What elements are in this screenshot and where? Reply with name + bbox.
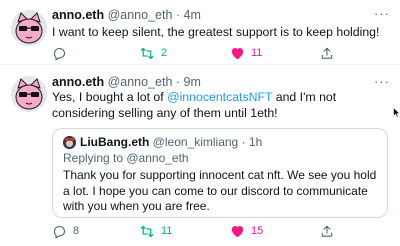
like-button[interactable]: 15 bbox=[230, 222, 263, 240]
display-name[interactable]: anno.eth bbox=[52, 8, 104, 22]
quote-timestamp[interactable]: 1h bbox=[249, 134, 262, 150]
heart-icon bbox=[231, 48, 244, 60]
replying-to: Replying to @anno_eth bbox=[63, 151, 189, 165]
share-button[interactable] bbox=[320, 44, 334, 62]
avatar[interactable] bbox=[11, 10, 47, 46]
more-icon[interactable]: ··· bbox=[374, 7, 390, 20]
share-icon bbox=[321, 225, 333, 237]
quote-header: LiuBang.eth @leon_kimliang · 1h bbox=[63, 134, 262, 150]
tweet-text: I want to keep silent, the greatest supp… bbox=[52, 25, 380, 39]
reply-count: 8 bbox=[73, 225, 80, 237]
quote-display-name[interactable]: LiuBang.eth bbox=[80, 134, 149, 150]
avatar[interactable] bbox=[11, 76, 47, 112]
separator: · bbox=[241, 135, 246, 149]
timestamp[interactable]: 4m bbox=[184, 8, 201, 22]
retweet-icon bbox=[140, 225, 154, 237]
tweet[interactable]: anno.eth @anno_eth · 4m ··· I want to ke… bbox=[0, 0, 400, 64]
timestamp[interactable]: 9m bbox=[184, 75, 201, 89]
retweet-count: 2 bbox=[161, 47, 168, 59]
reply-icon bbox=[53, 225, 66, 239]
reply-button[interactable] bbox=[52, 44, 73, 62]
retweet-button[interactable]: 11 bbox=[139, 222, 172, 240]
quote-avatar[interactable] bbox=[63, 135, 76, 149]
quote-handle[interactable]: @leon_kimliang bbox=[153, 134, 239, 150]
like-button[interactable]: 11 bbox=[230, 44, 262, 62]
retweet-icon bbox=[140, 47, 154, 59]
tweet-actions: 2 11 bbox=[52, 44, 352, 62]
retweet-button[interactable]: 2 bbox=[139, 44, 167, 62]
tweet-header: anno.eth @anno_eth · 9m bbox=[52, 74, 201, 90]
share-icon bbox=[321, 47, 333, 59]
tweet-text: Yes, I bought a lot of @innocentcatsNFT … bbox=[52, 89, 380, 121]
share-button[interactable] bbox=[320, 222, 334, 240]
display-name[interactable]: anno.eth bbox=[52, 75, 104, 89]
quoted-tweet[interactable]: LiuBang.eth @leon_kimliang · 1h Replying… bbox=[52, 128, 388, 218]
heart-icon bbox=[231, 226, 244, 238]
handle[interactable]: @anno_eth bbox=[108, 8, 173, 22]
separator: · bbox=[175, 8, 181, 22]
like-count: 11 bbox=[251, 47, 263, 59]
mouse-cursor-icon bbox=[393, 105, 400, 123]
separator: · bbox=[175, 75, 181, 89]
tweet-header: anno.eth @anno_eth · 4m bbox=[52, 7, 201, 23]
quote-text: Thank you for supporting innocent cat nf… bbox=[63, 168, 377, 213]
like-count: 15 bbox=[251, 225, 264, 237]
reply-icon bbox=[53, 47, 66, 61]
tweet-actions: 8 11 15 bbox=[52, 222, 352, 240]
mention-link[interactable]: @innocentcatsNFT bbox=[167, 90, 272, 104]
handle[interactable]: @anno_eth bbox=[108, 75, 173, 89]
retweet-count: 11 bbox=[161, 225, 173, 237]
reply-button[interactable]: 8 bbox=[52, 222, 79, 240]
more-icon[interactable]: ··· bbox=[374, 75, 390, 88]
tweet-text-start: Yes, I bought a lot of bbox=[52, 90, 168, 104]
tweet[interactable]: anno.eth @anno_eth · 9m ··· Yes, I bough… bbox=[0, 64, 400, 246]
